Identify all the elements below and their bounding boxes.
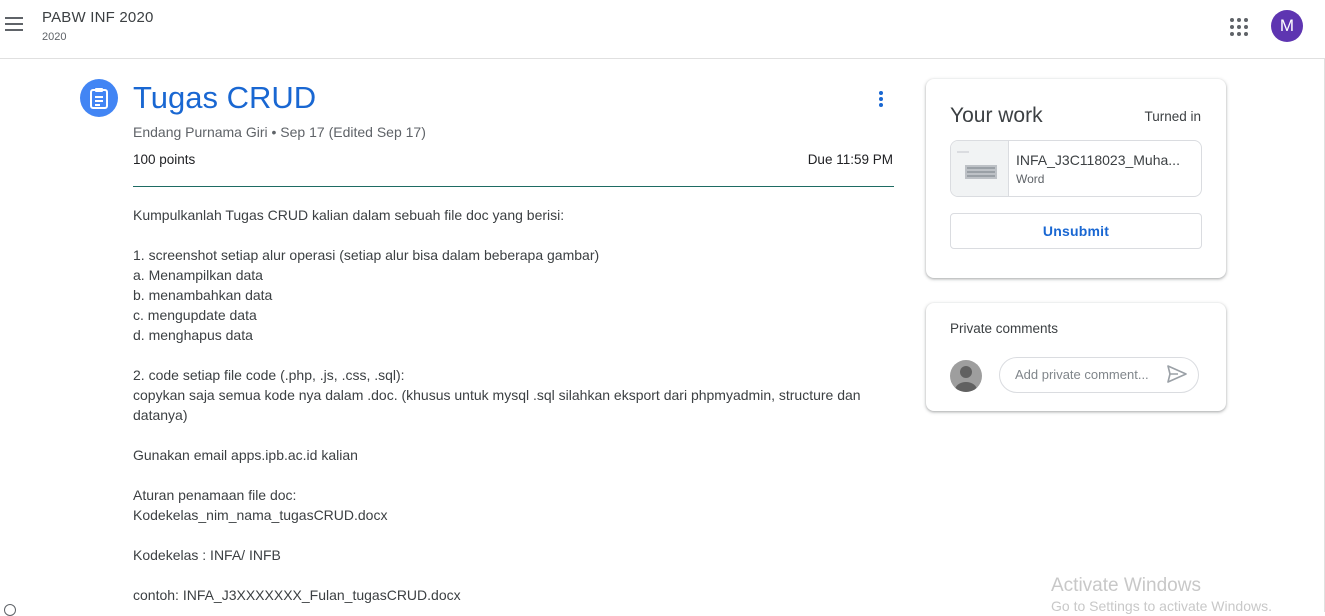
description-line: Kodekelas : INFA/ INFB <box>133 547 281 563</box>
description-line: Kodekelas_nim_nama_tugasCRUD.docx <box>133 507 388 523</box>
attached-file[interactable]: INFA_J3C118023_Muha... Word <box>950 140 1202 197</box>
assignment-description: Kumpulkanlah Tugas CRUD kalian dalam seb… <box>133 205 893 605</box>
google-apps-icon[interactable] <box>1230 18 1248 36</box>
assignment-icon <box>80 79 118 117</box>
your-work-title: Your work <box>950 104 1043 127</box>
assignment-due: Due 11:59 PM <box>807 152 893 167</box>
more-options-icon[interactable] <box>877 91 885 109</box>
description-gap <box>133 425 893 445</box>
description-gap <box>133 225 893 245</box>
description-line: copykan saja semua kode nya dalam .doc. … <box>133 387 865 423</box>
private-comments-title: Private comments <box>950 321 1059 336</box>
account-avatar[interactable]: M <box>1271 10 1303 42</box>
top-app-bar: PABW INF 2020 2020 M <box>0 0 1325 59</box>
help-icon[interactable] <box>4 604 16 616</box>
description-line: b. menambahkan data <box>133 287 273 303</box>
description-line: c. mengupdate data <box>133 307 257 323</box>
description-line: Kumpulkanlah Tugas CRUD kalian dalam seb… <box>133 207 565 223</box>
description-gap <box>133 345 893 365</box>
divider <box>133 186 894 187</box>
description-line: 1. screenshot setiap alur operasi (setia… <box>133 247 600 263</box>
description-gap <box>133 565 893 585</box>
private-comments-card: Private comments Add private comment... <box>926 303 1226 411</box>
description-gap <box>133 465 893 485</box>
submission-status: Turned in <box>1144 109 1201 124</box>
class-section: 2020 <box>42 31 67 43</box>
description-line: 2. code setiap file code (.php, .js, .cs… <box>133 367 405 383</box>
assignment-meta: Endang Purnama Giri • Sep 17 (Edited Sep… <box>133 124 426 140</box>
hamburger-menu-icon[interactable] <box>5 17 24 33</box>
description-line: contoh: INFA_J3XXXXXXX_Fulan_tugasCRUD.d… <box>133 587 461 603</box>
send-icon[interactable] <box>1166 364 1188 384</box>
file-name: INFA_J3C118023_Muha... <box>1016 152 1180 168</box>
file-thumbnail-icon <box>951 141 1009 196</box>
description-line: a. Menampilkan data <box>133 267 263 283</box>
description-line: Gunakan email apps.ipb.ac.id kalian <box>133 447 358 463</box>
user-avatar-icon <box>950 360 982 392</box>
your-work-card: Your work Turned in INFA_J3C118023_Muha.… <box>926 79 1226 278</box>
activate-windows-watermark: Activate Windows <box>1051 575 1201 596</box>
unsubmit-button[interactable]: Unsubmit <box>950 213 1202 249</box>
assignment-title: Tugas CRUD <box>133 80 317 115</box>
description-gap <box>133 525 893 545</box>
assignment-points: 100 points <box>133 152 196 167</box>
description-line: Aturan penamaan file doc: <box>133 487 297 503</box>
class-title[interactable]: PABW INF 2020 <box>42 9 154 26</box>
description-line: d. menghapus data <box>133 327 253 343</box>
file-type: Word <box>1016 172 1045 186</box>
